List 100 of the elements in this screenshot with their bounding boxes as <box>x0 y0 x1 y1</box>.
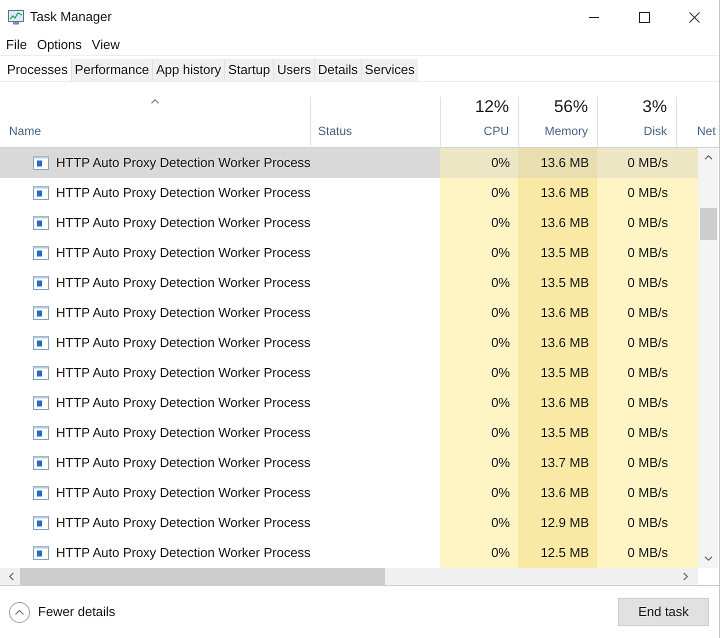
tab[interactable]: Users <box>273 59 314 81</box>
tab[interactable]: Performance <box>70 59 152 81</box>
window-icon <box>33 336 49 350</box>
window-icon <box>33 456 49 470</box>
table-cell: 0 MB/s <box>597 328 676 358</box>
table-cell: 13.6 MB <box>518 298 597 328</box>
tab[interactable]: App history <box>152 59 224 81</box>
end-task-button[interactable]: End task <box>618 598 709 626</box>
table-cell: 0% <box>440 178 518 208</box>
close-icon <box>688 12 700 22</box>
column-header[interactable]: Status <box>310 97 440 147</box>
window-icon <box>33 216 49 230</box>
column-header[interactable]: 3% Disk <box>597 97 676 147</box>
process-name: HTTP Auto Proxy Detection Worker Process <box>56 364 311 382</box>
window-icon <box>33 246 49 260</box>
table-cell: 0 MB/s <box>597 448 676 478</box>
table-cell: 13.6 MB <box>518 478 597 508</box>
window-icon <box>33 276 49 290</box>
scroll-up-icon[interactable] <box>704 154 712 161</box>
table-cell: 0% <box>440 418 518 448</box>
tab[interactable]: Details <box>314 59 361 81</box>
scroll-down-icon[interactable] <box>704 555 712 562</box>
process-name: HTTP Auto Proxy Detection Worker Process <box>56 424 311 442</box>
window-icon <box>33 486 49 500</box>
column-header[interactable]: 12% CPU <box>440 97 518 147</box>
window-icon <box>33 306 49 320</box>
process-name: HTTP Auto Proxy Detection Worker Process <box>56 244 311 262</box>
process-name: HTTP Auto Proxy Detection Worker Process <box>56 484 311 502</box>
table-cell: 0 MB/s <box>597 268 676 298</box>
table-cell: 12.9 MB <box>518 508 597 538</box>
process-name: HTTP Auto Proxy Detection Worker Process <box>56 214 311 232</box>
table-cell: 0% <box>440 328 518 358</box>
scrollbar-thumb[interactable] <box>700 208 716 240</box>
process-name: HTTP Auto Proxy Detection Worker Process <box>56 154 311 172</box>
process-name: HTTP Auto Proxy Detection Worker Process <box>56 394 311 412</box>
process-name: HTTP Auto Proxy Detection Worker Process <box>56 184 311 202</box>
window-icon <box>33 426 49 440</box>
table-cell: 0% <box>440 358 518 388</box>
window-icon <box>33 366 49 380</box>
scrollbar-thumb[interactable] <box>20 568 385 585</box>
table-cell: 0 MB/s <box>597 148 676 178</box>
process-name: HTTP Auto Proxy Detection Worker Process <box>56 454 311 472</box>
maximize-icon <box>638 12 650 22</box>
table-cell: 0% <box>440 388 518 418</box>
process-name: HTTP Auto Proxy Detection Worker Process <box>56 514 311 532</box>
column-header[interactable]: 56% Memory <box>518 97 597 147</box>
scroll-left-icon[interactable] <box>8 572 15 581</box>
process-name: HTTP Auto Proxy Detection Worker Process <box>56 334 311 352</box>
menu-item[interactable]: View <box>92 36 120 54</box>
process-name: HTTP Auto Proxy Detection Worker Process <box>56 544 311 562</box>
menu-item[interactable]: Options <box>36 36 82 54</box>
table-cell: 13.5 MB <box>518 358 597 388</box>
window-icon <box>33 156 49 170</box>
circle-chevron-up-icon <box>9 602 30 622</box>
table-cell: 0% <box>440 238 518 268</box>
window-icon <box>33 396 49 410</box>
table-cell: 13.7 MB <box>518 448 597 478</box>
table-cell: 0 MB/s <box>597 208 676 238</box>
table-cell: 0 MB/s <box>597 178 676 208</box>
table-cell: 12.5 MB <box>518 538 597 568</box>
table-cell: 13.5 MB <box>518 268 597 298</box>
table-cell: 0% <box>440 448 518 478</box>
window-icon <box>33 546 49 560</box>
fewer-details-button[interactable]: Fewer details <box>9 602 116 622</box>
table-cell: 0 MB/s <box>597 298 676 328</box>
sort-caret-icon <box>150 98 160 105</box>
process-row[interactable]: HTTP Auto Proxy Detection Worker Process 0% 13.6 MB 0 MB/s <box>0 148 698 178</box>
process-name: HTTP Auto Proxy Detection Worker Process <box>56 274 311 292</box>
table-cell: 0% <box>440 268 518 298</box>
table-cell <box>676 148 698 178</box>
column-header[interactable]: Name <box>0 97 310 147</box>
table-cell: 0% <box>440 208 518 238</box>
minimize-icon <box>589 16 599 18</box>
table-cell: 0% <box>440 148 518 178</box>
table-cell: 0% <box>440 538 518 568</box>
table-cell: 13.6 MB <box>518 178 597 208</box>
scroll-right-icon[interactable] <box>682 572 689 581</box>
menu-item[interactable]: File <box>6 36 27 54</box>
table-cell: 0 MB/s <box>597 238 676 268</box>
table-cell: 0 MB/s <box>597 358 676 388</box>
table-cell: 0 MB/s <box>597 418 676 448</box>
table-cell: 0 MB/s <box>597 538 676 568</box>
window-title: Task Manager <box>30 8 112 26</box>
tab[interactable]: Startup <box>224 59 274 81</box>
window-icon <box>33 516 49 530</box>
table-cell: 13.6 MB <box>518 148 597 178</box>
table-cell: 0 MB/s <box>597 388 676 418</box>
tab[interactable]: Services <box>360 59 418 81</box>
monitor-chart-icon <box>8 9 24 25</box>
table-cell: 0 MB/s <box>597 508 676 538</box>
table-cell: 0% <box>440 298 518 328</box>
table-cell: 13.5 MB <box>518 418 597 448</box>
table-cell: 13.6 MB <box>518 208 597 238</box>
table-cell: 13.5 MB <box>518 238 597 268</box>
table-cell: 0% <box>440 478 518 508</box>
table-cell: 13.6 MB <box>518 388 597 418</box>
process-name: HTTP Auto Proxy Detection Worker Process <box>56 304 311 322</box>
column-header[interactable]: Net <box>676 97 719 147</box>
table-cell: 0% <box>440 508 518 538</box>
table-cell: 13.6 MB <box>518 328 597 358</box>
